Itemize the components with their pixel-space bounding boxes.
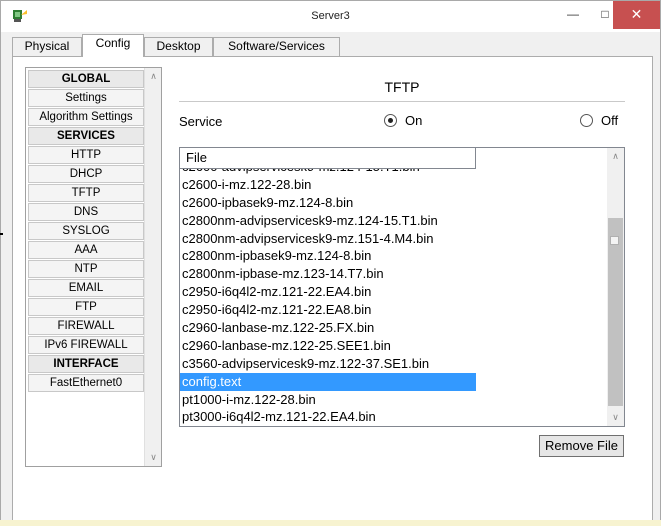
sidebar-scrollbar[interactable]: ∧ ∨ bbox=[144, 68, 161, 466]
remove-file-button[interactable]: Remove File bbox=[539, 435, 624, 457]
file-list-item[interactable]: c2800nm-ipbase-mz.123-14.T7.bin bbox=[180, 265, 610, 283]
sidebar-item[interactable]: Settings bbox=[28, 89, 144, 107]
server-window: Server3 — □ ✕ Physical Config Desktop So… bbox=[0, 0, 661, 526]
service-on-label: On bbox=[405, 113, 423, 128]
sidebar-item[interactable]: FIREWALL bbox=[28, 317, 144, 335]
service-label: Service bbox=[179, 114, 223, 129]
close-button[interactable]: ✕ bbox=[613, 1, 660, 29]
sidebar-item[interactable]: FTP bbox=[28, 298, 144, 316]
file-list-item[interactable]: c2800nm-advipservicesk9-mz.124-15.T1.bin bbox=[180, 212, 610, 230]
sidebar-item[interactable]: NTP bbox=[28, 260, 144, 278]
file-scroll-thumb[interactable] bbox=[608, 218, 623, 406]
sidebar-section-header: GLOBAL bbox=[28, 70, 144, 88]
config-sidebar: GLOBAL Settings Algorithm Settings SERVICES… bbox=[25, 67, 162, 467]
edge-mark bbox=[0, 233, 3, 235]
sidebar-scroll-up-icon[interactable]: ∧ bbox=[145, 68, 162, 85]
file-list-item[interactable]: pt3000-i6q4l2-mz.121-22.EA4.bin bbox=[180, 408, 610, 426]
file-list-item[interactable]: c3560-advipservicesk9-mz.122-37.SE1.bin bbox=[180, 355, 610, 373]
service-off-label: Off bbox=[601, 113, 619, 128]
file-list-item[interactable]: pt1000-i-mz.122-28.bin bbox=[180, 391, 610, 409]
sidebar-list: GLOBAL Settings Algorithm Settings SERVICES… bbox=[28, 70, 144, 393]
taskbar-strip bbox=[0, 520, 661, 526]
file-list-item[interactable]: config.text bbox=[180, 372, 476, 391]
sidebar-item[interactable]: SYSLOG bbox=[28, 222, 144, 240]
sidebar-item[interactable]: EMAIL bbox=[28, 279, 144, 297]
sidebar-item[interactable]: TFTP bbox=[28, 184, 144, 202]
sidebar-scroll-down-icon[interactable]: ∨ bbox=[145, 449, 162, 466]
file-list-item[interactable]: c2950-i6q4l2-mz.121-22.EA8.bin bbox=[180, 301, 610, 319]
service-on-radio[interactable]: On bbox=[384, 113, 422, 128]
tab-physical[interactable]: Physical bbox=[12, 37, 82, 56]
tab-desktop[interactable]: Desktop bbox=[144, 37, 213, 56]
sidebar-item[interactable]: DHCP bbox=[28, 165, 144, 183]
file-list-item[interactable]: c2960-lanbase-mz.122-25.FX.bin bbox=[180, 319, 610, 337]
sidebar-item[interactable]: FastEthernet0 bbox=[28, 374, 144, 392]
sidebar-item[interactable]: IPv6 FIREWALL bbox=[28, 336, 144, 354]
sidebar-section-header: INTERFACE bbox=[28, 355, 144, 373]
file-list-item[interactable]: c2950-i6q4l2-mz.121-22.EA4.bin bbox=[180, 283, 610, 301]
file-scroll-up-icon[interactable]: ∧ bbox=[607, 148, 624, 165]
sidebar-item[interactable]: DNS bbox=[28, 203, 144, 221]
file-list-item[interactable]: c2800nm-ipbasek9-mz.124-8.bin bbox=[180, 247, 610, 265]
sidebar-item[interactable]: Algorithm Settings bbox=[28, 108, 144, 126]
radio-unselected-icon[interactable] bbox=[580, 114, 593, 127]
file-list[interactable]: c2600-advipservicesk9-mz.124-15.T1.binc2… bbox=[179, 147, 625, 427]
file-list-item[interactable]: c2960-lanbase-mz.122-25.SEE1.bin bbox=[180, 337, 610, 355]
sidebar-section-header: SERVICES bbox=[28, 127, 144, 145]
page-title: TFTP bbox=[384, 79, 420, 95]
file-list-item[interactable]: c2600-ipbasek9-mz.124-8.bin bbox=[180, 194, 610, 212]
file-list-scrollbar[interactable]: ∧ ∨ bbox=[607, 148, 624, 426]
tab-config[interactable]: Config bbox=[82, 34, 144, 57]
service-off-radio[interactable]: Off bbox=[580, 113, 618, 128]
title-bar: Server3 — □ ✕ bbox=[1, 1, 660, 32]
sidebar-item[interactable]: AAA bbox=[28, 241, 144, 259]
scroll-grip-icon bbox=[610, 236, 619, 245]
minimize-button[interactable]: — bbox=[557, 1, 589, 29]
file-list-item[interactable]: c2800nm-advipservicesk9-mz.151-4.M4.bin bbox=[180, 230, 610, 248]
file-list-item[interactable]: c2600-i-mz.122-28.bin bbox=[180, 176, 610, 194]
radio-selected-icon[interactable] bbox=[384, 114, 397, 127]
file-rows: c2600-advipservicesk9-mz.124-15.T1.binc2… bbox=[180, 158, 610, 426]
file-scroll-down-icon[interactable]: ∨ bbox=[607, 409, 624, 426]
file-column-header: File bbox=[180, 148, 476, 169]
tab-software-services[interactable]: Software/Services bbox=[213, 37, 340, 56]
title-divider bbox=[179, 101, 625, 102]
sidebar-item[interactable]: HTTP bbox=[28, 146, 144, 164]
